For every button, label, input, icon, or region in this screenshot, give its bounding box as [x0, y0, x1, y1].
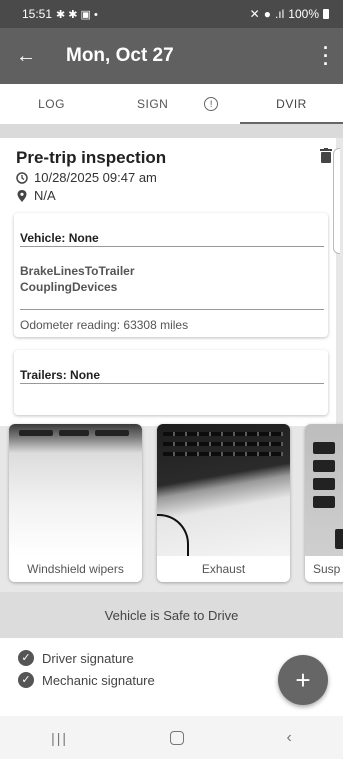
check-circle-icon: ✓ — [18, 672, 34, 688]
page-title: Mon, Oct 27 — [66, 45, 174, 66]
photo-suspension[interactable]: Susp — [305, 424, 343, 582]
trailers-section: Trailers: None — [14, 350, 328, 415]
safe-to-drive-status: Vehicle is Safe to Drive — [0, 592, 343, 638]
status-time: 15:51 — [22, 7, 53, 21]
home-icon[interactable] — [170, 730, 185, 745]
info-icon: ! — [204, 97, 219, 111]
add-button[interactable]: + — [278, 655, 328, 705]
trailers-header: Trailers: None — [20, 368, 101, 382]
tab-dvir[interactable]: DVIR — [240, 84, 343, 124]
inspection-datetime: 10/28/2025 09:47 am — [34, 170, 157, 185]
vehicle-defects: BrakeLinesToTrailer CouplingDevices — [20, 263, 135, 295]
photo-image — [157, 424, 290, 556]
defect-item: CouplingDevices — [20, 280, 118, 294]
battery-text: 100% — [288, 7, 319, 21]
back-icon[interactable]: ‹ — [287, 729, 292, 747]
tab-sign[interactable]: SIGN ! — [103, 84, 240, 124]
inspection-card[interactable]: Pre-trip inspection 10/28/2025 09:47 am … — [0, 138, 340, 426]
photo-carousel[interactable]: Windshield wipers Exhaust Susp — [0, 424, 343, 584]
inspection-location: N/A — [34, 188, 56, 203]
driver-signature: ✓ Driver signature — [18, 650, 134, 666]
inspection-title: Pre-trip inspection — [16, 148, 167, 167]
mechanic-signature: ✓ Mechanic signature — [18, 672, 155, 688]
app-bar: ← Mon, Oct 27 · · · — [0, 28, 343, 84]
recent-apps-icon[interactable]: ||| — [51, 730, 68, 746]
photo-image — [305, 424, 343, 556]
photo-caption: Windshield wipers — [9, 556, 142, 582]
tab-log[interactable]: LOG — [0, 84, 103, 124]
photo-windshield-wipers[interactable]: Windshield wipers — [9, 424, 142, 582]
photo-caption: Susp — [305, 556, 343, 582]
photo-caption: Exhaust — [157, 556, 290, 582]
defect-item: BrakeLinesToTrailer — [20, 264, 135, 278]
vehicle-section: Vehicle: None BrakeLinesToTrailer Coupli… — [14, 213, 328, 337]
location-icon: ● — [263, 7, 271, 21]
odometer-reading: Odometer reading: 63308 miles — [20, 318, 189, 332]
vehicle-header: Vehicle: None — [20, 231, 99, 245]
mute-icon: ✕ — [249, 7, 260, 21]
more-options-icon[interactable]: · · · — [323, 39, 329, 73]
system-nav-bar: ||| ‹ — [0, 716, 343, 759]
photo-exhaust[interactable]: Exhaust — [157, 424, 290, 582]
photo-image — [9, 424, 142, 556]
tab-bar: LOG SIGN ! DVIR — [0, 84, 343, 124]
signature-label: Mechanic signature — [42, 672, 155, 688]
battery-icon — [323, 9, 329, 19]
status-left-icons: ✱ ✱ ▣ • — [56, 8, 98, 21]
status-bar: 15:51 ✱ ✱ ▣ • ✕ ● .ıl 100% — [0, 0, 343, 28]
back-arrow-icon[interactable]: ← — [16, 45, 38, 68]
check-circle-icon: ✓ — [18, 650, 34, 666]
signal-icon: .ıl — [274, 7, 285, 21]
location-pin-icon — [17, 189, 27, 202]
signature-label: Driver signature — [42, 650, 134, 666]
delete-icon[interactable] — [320, 148, 332, 163]
clock-icon — [16, 171, 28, 184]
